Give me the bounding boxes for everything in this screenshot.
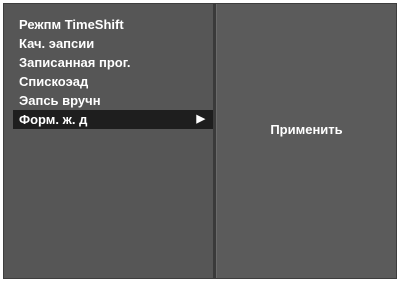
menu-item-label: Эапсь вручн xyxy=(19,93,101,108)
menu-list: Режпм TimeShift Кач. эапсии Записанная п… xyxy=(4,15,213,129)
menu-item-label: Режпм TimeShift xyxy=(19,17,124,32)
menu-item-schedule-list[interactable]: Спискоэад xyxy=(4,72,213,91)
menu-item-record-quality[interactable]: Кач. эапсии xyxy=(4,34,213,53)
menu-item-label: Записанная прог. xyxy=(19,55,131,70)
submenu-panel: Применить xyxy=(216,4,396,278)
menu-item-label: Спискоэад xyxy=(19,74,89,89)
menu-item-manual-record[interactable]: Эапсь вручн xyxy=(4,91,213,110)
menu-item-timeshift-mode[interactable]: Режпм TimeShift xyxy=(4,15,213,34)
menu-item-format-hdd[interactable]: Форм. ж. д ▶ xyxy=(13,110,213,129)
menu-item-label: Форм. ж. д xyxy=(19,112,88,127)
tv-setup-menu: Режпм TimeShift Кач. эапсии Записанная п… xyxy=(3,3,397,279)
apply-button[interactable]: Применить xyxy=(217,122,396,137)
arrow-right-icon: ▶ xyxy=(196,113,205,125)
menu-item-label: Кач. эапсии xyxy=(19,36,95,51)
menu-left-panel: Режпм TimeShift Кач. эапсии Записанная п… xyxy=(4,4,216,278)
menu-item-recorded-programs[interactable]: Записанная прог. xyxy=(4,53,213,72)
